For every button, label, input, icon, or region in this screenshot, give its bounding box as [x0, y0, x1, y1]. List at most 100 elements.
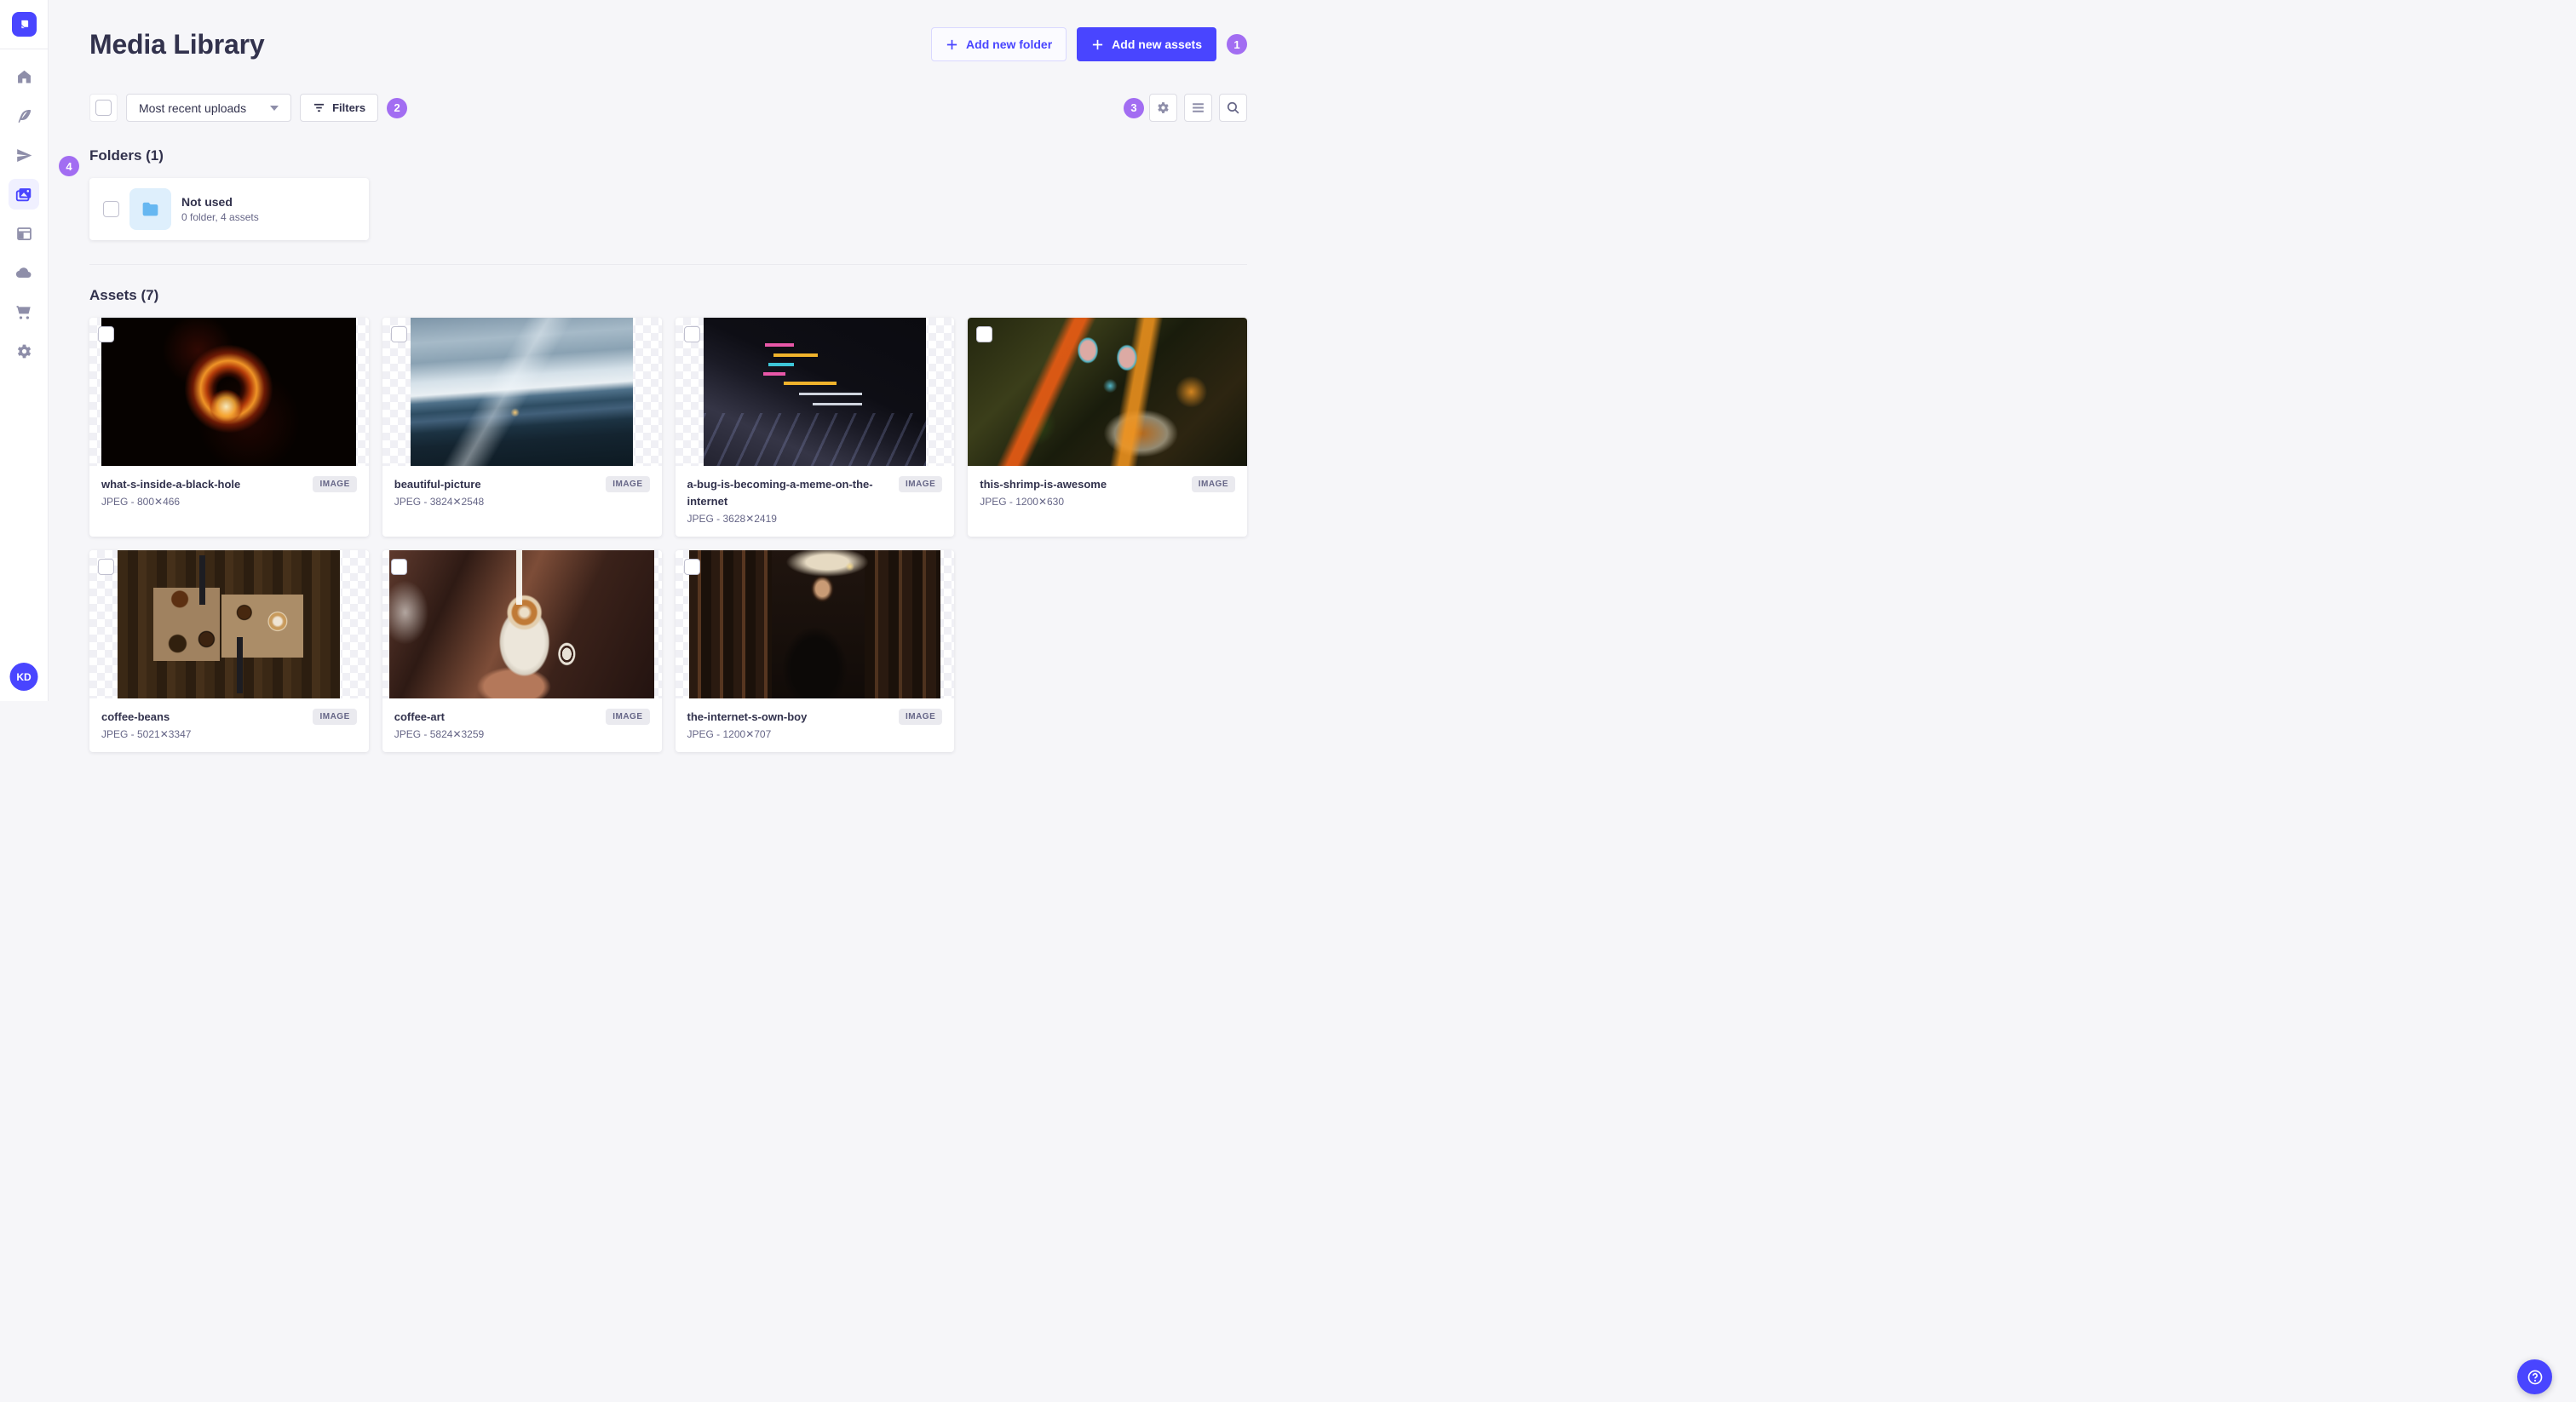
- folders-grid: Not used 0 folder, 4 assets: [89, 178, 1247, 240]
- add-new-folder-button[interactable]: Add new folder: [931, 27, 1067, 61]
- asset-info: a-bug-is-becoming-a-meme-on-the-internet…: [676, 466, 955, 537]
- library-boy-thumbnail: [688, 550, 940, 699]
- sidebar-item-content-manager[interactable]: [9, 218, 39, 249]
- asset-name: beautiful-picture: [394, 478, 481, 491]
- strapi-logo-glyph: [20, 20, 28, 29]
- filters-button[interactable]: Filters: [300, 94, 379, 122]
- plus-icon: [1093, 39, 1103, 49]
- asset-text: what-s-inside-a-black-hole JPEG - 800✕46…: [101, 476, 240, 508]
- folder-meta: 0 folder, 4 assets: [181, 211, 259, 223]
- layout-icon: [16, 227, 32, 240]
- shrimp-thumbnail: [968, 318, 1247, 466]
- asset-checkbox[interactable]: [683, 326, 700, 342]
- asset-thumbnail-area: [675, 550, 955, 699]
- paper-plane-icon: [16, 148, 32, 162]
- asset-meta: JPEG - 800✕466: [101, 496, 181, 509]
- asset-card[interactable]: coffee-beans JPEG - 5021✕3347 IMAGE: [89, 550, 369, 753]
- asset-meta: JPEG - 1200✕630: [980, 496, 1065, 509]
- folder-icon: [142, 202, 158, 216]
- asset-text: the-internet-s-own-boy JPEG - 1200✕707: [687, 709, 808, 740]
- asset-name: this-shrimp-is-awesome: [980, 478, 1107, 491]
- asset-card[interactable]: beautiful-picture JPEG - 3824✕2548 IMAGE: [382, 318, 662, 537]
- folders-heading: Folders (1): [89, 147, 164, 164]
- sort-select[interactable]: Most recent uploads: [126, 94, 292, 122]
- strapi-logo[interactable]: [11, 12, 37, 37]
- plus-icon: [946, 39, 957, 49]
- filter-icon: [313, 103, 325, 112]
- assets-grid: what-s-inside-a-black-hole JPEG - 800✕46…: [89, 318, 1247, 753]
- asset-info: what-s-inside-a-black-hole JPEG - 800✕46…: [89, 466, 369, 537]
- asset-type-badge: IMAGE: [898, 709, 943, 726]
- asset-text: coffee-beans JPEG - 5021✕3347: [101, 709, 191, 740]
- asset-meta: JPEG - 3628✕2419: [687, 513, 777, 526]
- asset-info: the-internet-s-own-boy JPEG - 1200✕707 I…: [676, 698, 955, 752]
- folder-checkbox[interactable]: [103, 201, 119, 217]
- asset-card[interactable]: a-bug-is-becoming-a-meme-on-the-internet…: [675, 318, 955, 537]
- asset-checkbox[interactable]: [390, 326, 407, 342]
- folder-name: Not used: [181, 195, 233, 209]
- filters-label: Filters: [332, 101, 366, 114]
- header-actions: Add new folder Add new assets 1: [931, 27, 1247, 61]
- sidebar-item-home[interactable]: [9, 61, 39, 92]
- sidebar-item-marketplace[interactable]: [9, 296, 39, 327]
- toolbar: Most recent uploads Filters 2 3: [89, 94, 1247, 122]
- asset-text: this-shrimp-is-awesome JPEG - 1200✕630: [980, 476, 1107, 508]
- asset-card[interactable]: this-shrimp-is-awesome JPEG - 1200✕630 I…: [968, 318, 1247, 537]
- folder-card[interactable]: Not used 0 folder, 4 assets: [89, 178, 369, 240]
- coffee-beans-thumbnail: [118, 550, 341, 699]
- help-button[interactable]: [2517, 1359, 2552, 1394]
- add-new-assets-label: Add new assets: [1112, 37, 1202, 51]
- sidebar-item-settings[interactable]: [9, 336, 39, 366]
- asset-name: the-internet-s-own-boy: [687, 710, 808, 724]
- asset-card[interactable]: the-internet-s-own-boy JPEG - 1200✕707 I…: [675, 550, 955, 753]
- asset-card[interactable]: what-s-inside-a-black-hole JPEG - 800✕46…: [89, 318, 369, 537]
- select-all-checkbox[interactable]: [95, 100, 112, 116]
- asset-type-badge: IMAGE: [606, 709, 650, 726]
- cart-icon: [16, 305, 31, 319]
- page-title: Media Library: [89, 28, 265, 60]
- feather-icon: [18, 109, 31, 123]
- sidebar-item-deploy[interactable]: [9, 257, 39, 288]
- asset-info: this-shrimp-is-awesome JPEG - 1200✕630 I…: [968, 466, 1247, 537]
- sidebar-item-releases[interactable]: [9, 140, 39, 170]
- asset-info: coffee-beans JPEG - 5021✕3347 IMAGE: [89, 698, 369, 752]
- assets-section-header: Assets (7): [89, 287, 1247, 304]
- asset-checkbox[interactable]: [390, 559, 407, 576]
- asset-meta: JPEG - 5021✕3347: [101, 728, 192, 741]
- laptop-code-thumbnail: [703, 318, 926, 466]
- sort-select-value: Most recent uploads: [139, 101, 247, 115]
- coffee-art-thumbnail: [389, 550, 655, 699]
- user-avatar[interactable]: KD: [9, 663, 38, 691]
- asset-text: beautiful-picture JPEG - 3824✕2548: [394, 476, 484, 508]
- asset-type-badge: IMAGE: [313, 709, 357, 726]
- asset-type-badge: IMAGE: [606, 476, 650, 492]
- folder-icon-tile: [129, 188, 171, 230]
- asset-thumbnail-area: [89, 318, 369, 466]
- asset-meta: JPEG - 1200✕707: [687, 728, 772, 741]
- asset-checkbox[interactable]: [976, 326, 993, 342]
- mountains-thumbnail: [411, 318, 634, 466]
- list-view-button[interactable]: [1184, 94, 1212, 122]
- select-all-checkbox-card[interactable]: [89, 94, 118, 122]
- folder-text: Not used 0 folder, 4 assets: [181, 195, 259, 223]
- black-hole-thumbnail: [101, 318, 357, 466]
- add-new-assets-button[interactable]: Add new assets: [1077, 27, 1216, 61]
- chevron-down-icon: [270, 105, 279, 111]
- search-button[interactable]: [1219, 94, 1247, 122]
- asset-card[interactable]: coffee-art JPEG - 5824✕3259 IMAGE: [382, 550, 662, 753]
- annotation-badge-3: 3: [1124, 97, 1144, 118]
- asset-checkbox[interactable]: [683, 559, 700, 576]
- avatar-initials: KD: [16, 670, 32, 683]
- asset-thumbnail-area: [382, 550, 662, 699]
- sidebar-item-media-library[interactable]: [9, 179, 39, 210]
- toolbar-right: 3: [1124, 94, 1247, 122]
- asset-meta: JPEG - 5824✕3259: [394, 728, 485, 741]
- media-settings-button[interactable]: [1149, 94, 1177, 122]
- assets-heading: Assets (7): [89, 287, 159, 303]
- asset-thumbnail-area: [675, 318, 955, 466]
- asset-thumbnail-area: [89, 550, 369, 699]
- asset-name: coffee-art: [394, 710, 445, 724]
- asset-checkbox[interactable]: [98, 326, 114, 342]
- sidebar-item-content[interactable]: [9, 101, 39, 131]
- asset-checkbox[interactable]: [98, 559, 114, 576]
